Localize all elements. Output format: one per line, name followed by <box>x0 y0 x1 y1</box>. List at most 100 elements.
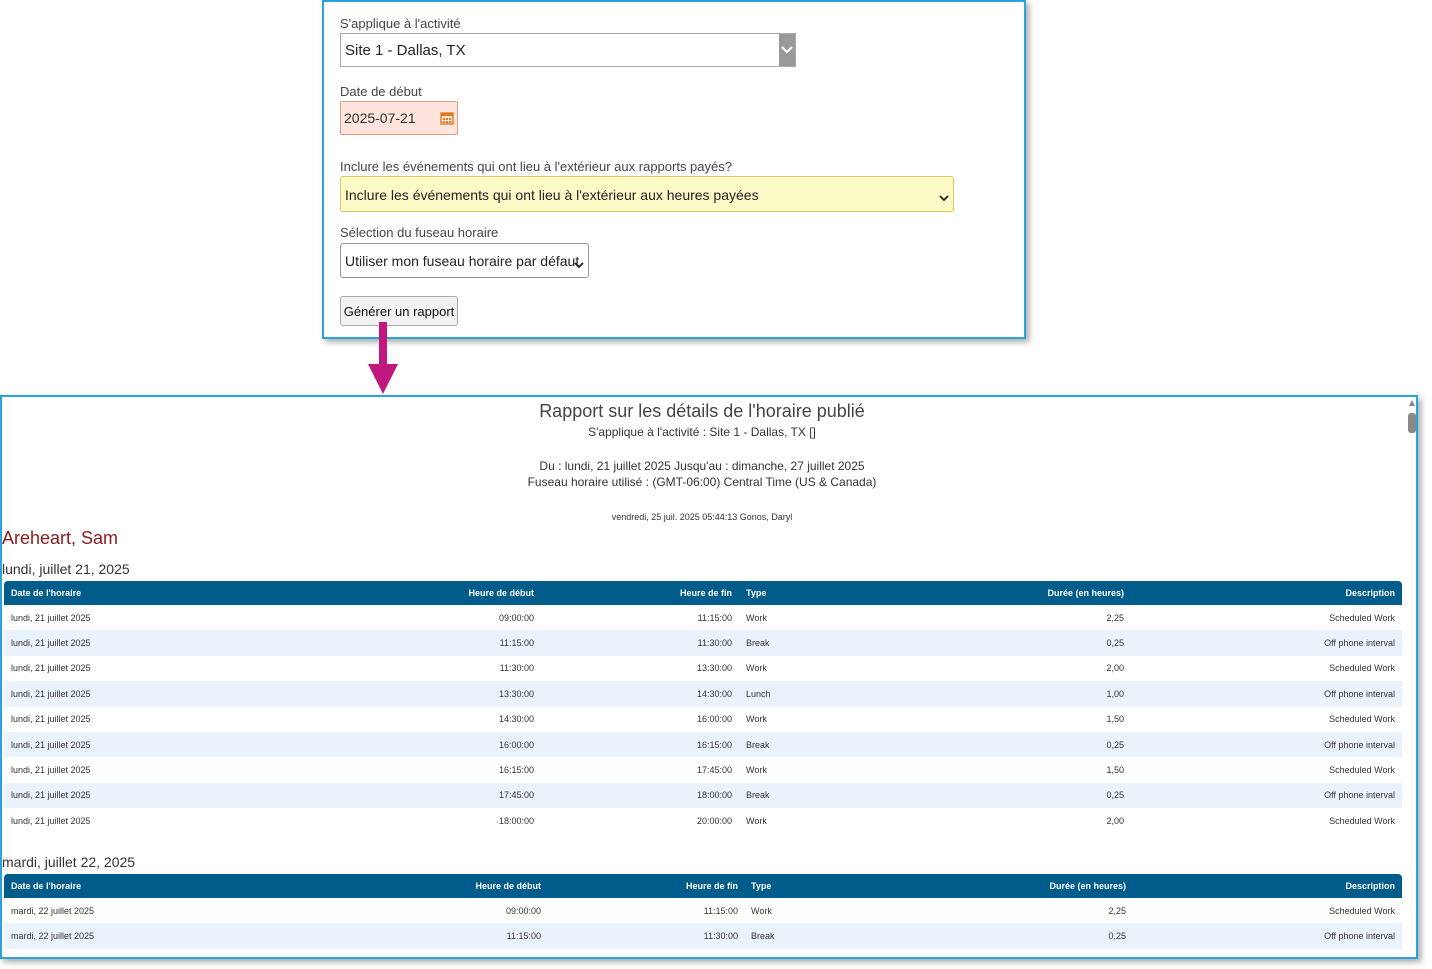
report-parameters-panel: S'applique à l'activité Site 1 - Dallas,… <box>322 0 1026 339</box>
cell-end: 11:15:00 <box>703 905 738 916</box>
col-description: Description <box>1345 588 1395 598</box>
start-date-input[interactable]: 2025-07-21 <box>340 101 458 135</box>
cell-end: 16:15:00 <box>696 739 732 750</box>
cell-start: 11:15:00 <box>499 638 534 649</box>
cell-end: 16:00:00 <box>696 714 732 725</box>
report-panel: Rapport sur les détails de l'horaire pub… <box>0 395 1418 959</box>
cell-start: 11:15:00 <box>506 931 541 942</box>
employee-name: Areheart, Sam <box>2 528 119 548</box>
chevron-down-icon <box>939 189 949 207</box>
cell-end: 13:30:00 <box>696 663 732 674</box>
cell-duration: 0,25 <box>1106 790 1124 801</box>
table-row: lundi, 21 juillet 2025 18:00:00 20:00:00 Wo… <box>4 808 1402 833</box>
cell-start: 13:30:00 <box>498 688 534 699</box>
cell-end: 11:30:00 <box>697 638 732 649</box>
start-date-value: 2025-07-21 <box>344 110 416 126</box>
cell-start: 18:00:00 <box>498 815 534 826</box>
activity-select-value: Site 1 - Dallas, TX <box>345 42 466 59</box>
timezone-select[interactable]: Utiliser mon fuseau horaire par défaut <box>340 243 589 278</box>
col-date: Date de l'horaire <box>11 588 82 598</box>
schedule-table: Date de l'horaire Heure de début Heure d… <box>4 874 1402 949</box>
cell-start: 17:45:00 <box>498 790 534 801</box>
outside-events-select[interactable]: Inclure les événements qui ont lieu à l'… <box>340 176 954 212</box>
table-row: mardi, 22 juillet 2025 11:15:00 11:30:00 Br… <box>4 923 1402 949</box>
cell-type: Break <box>746 739 770 750</box>
cell-end: 11:15:00 <box>697 612 732 623</box>
timezone-value: Utiliser mon fuseau horaire par défaut <box>345 253 580 269</box>
table-row: lundi, 21 juillet 2025 09:00:00 11:15:00 Wo… <box>4 605 1402 630</box>
table-row: mardi, 22 juillet 2025 09:00:00 11:15:00 Wo… <box>4 898 1402 923</box>
cell-duration: 2,25 <box>1106 612 1124 623</box>
scrollbar-thumb[interactable] <box>1408 413 1416 433</box>
cell-date: lundi, 21 juillet 2025 <box>11 638 91 649</box>
calendar-icon[interactable] <box>440 111 454 130</box>
report-title: Rapport sur les détails de l'horaire pub… <box>539 401 865 421</box>
col-start: Heure de début <box>475 881 541 891</box>
cell-date: lundi, 21 juillet 2025 <box>11 714 91 725</box>
cell-duration: 2,25 <box>1108 905 1126 916</box>
report-range-line: Du : lundi, 21 juillet 2025 Jusqu'au : d… <box>539 459 865 473</box>
table-row: lundi, 21 juillet 2025 14:30:00 16:00:00 Wo… <box>4 707 1402 732</box>
cell-description: Scheduled Work <box>1329 815 1395 826</box>
col-date: Date de l'horaire <box>11 881 82 891</box>
cell-description: Off phone interval <box>1324 931 1395 942</box>
col-duration: Durée (en heures) <box>1047 588 1124 598</box>
cell-duration: 0,25 <box>1106 638 1124 649</box>
chevron-down-icon[interactable] <box>779 34 795 66</box>
col-type: Type <box>751 881 772 891</box>
cell-date: lundi, 21 juillet 2025 <box>11 739 91 750</box>
cell-end: 14:30:00 <box>696 688 732 699</box>
cell-date: lundi, 21 juillet 2025 <box>11 612 91 623</box>
cell-type: Break <box>746 790 770 801</box>
cell-end: 17:45:00 <box>696 765 732 776</box>
cell-duration: 1,50 <box>1106 765 1124 776</box>
table-row: lundi, 21 juillet 2025 16:00:00 16:15:00 Br… <box>4 731 1402 758</box>
cell-description: Off phone interval <box>1324 638 1395 649</box>
cell-duration: 0,25 <box>1108 931 1126 942</box>
cell-duration: 2,00 <box>1106 663 1124 674</box>
table-row: lundi, 21 juillet 2025 17:45:00 18:00:00 Br… <box>4 782 1402 809</box>
cell-type: Work <box>746 714 767 725</box>
table-row: lundi, 21 juillet 2025 16:15:00 17:45:00 Wo… <box>4 757 1402 782</box>
col-type: Type <box>746 588 767 598</box>
cell-type: Work <box>751 905 772 916</box>
cell-start: 14:30:00 <box>498 714 534 725</box>
cell-description: Scheduled Work <box>1329 765 1395 776</box>
cell-start: 16:00:00 <box>498 739 534 750</box>
activity-select[interactable]: Site 1 - Dallas, TX <box>340 33 796 67</box>
cell-duration: 2,00 <box>1106 815 1124 826</box>
report-generated-line: vendredi, 25 juil. 2025 05:44:13 Gonos, … <box>611 512 793 522</box>
generate-report-button[interactable]: Générer un rapport <box>340 296 458 326</box>
cell-description: Scheduled Work <box>1329 663 1395 674</box>
cell-date: mardi, 22 juillet 2025 <box>11 931 95 942</box>
cell-start: 11:30:00 <box>499 663 534 674</box>
cell-description: Scheduled Work <box>1329 612 1395 623</box>
cell-date: lundi, 21 juillet 2025 <box>11 688 91 699</box>
col-start: Heure de début <box>468 588 534 598</box>
cell-type: Break <box>746 638 770 649</box>
day-title: mardi, juillet 22, 2025 <box>2 854 136 870</box>
outside-events-value: Inclure les événements qui ont lieu à l'… <box>345 187 759 203</box>
outside-events-label: Inclure les événements qui ont lieu à l'… <box>340 159 732 174</box>
cell-type: Work <box>746 663 767 674</box>
cell-type: Work <box>746 815 767 826</box>
cell-duration: 0,25 <box>1106 739 1124 750</box>
timezone-label: Sélection du fuseau horaire <box>340 225 499 240</box>
cell-start: 16:15:00 <box>498 765 534 776</box>
cell-duration: 1,00 <box>1106 688 1124 699</box>
chevron-down-icon <box>574 256 584 274</box>
cell-end: 11:30:00 <box>703 931 738 942</box>
cell-description: Off phone interval <box>1324 790 1395 801</box>
cell-type: Work <box>746 612 767 623</box>
schedule-table: Date de l'horaire Heure de début Heure d… <box>4 581 1402 834</box>
cell-description: Scheduled Work <box>1329 905 1395 916</box>
table-header: Date de l'horaire Heure de début Heure d… <box>4 874 1402 898</box>
cell-date: mardi, 22 juillet 2025 <box>11 905 95 916</box>
cell-type: Work <box>746 765 767 776</box>
scroll-up-icon[interactable] <box>1409 400 1415 406</box>
cell-duration: 1,50 <box>1106 714 1124 725</box>
cell-date: lundi, 21 juillet 2025 <box>11 765 91 776</box>
cell-date: lundi, 21 juillet 2025 <box>11 790 91 801</box>
cell-description: Off phone interval <box>1324 688 1395 699</box>
col-end: Heure de fin <box>679 588 732 598</box>
